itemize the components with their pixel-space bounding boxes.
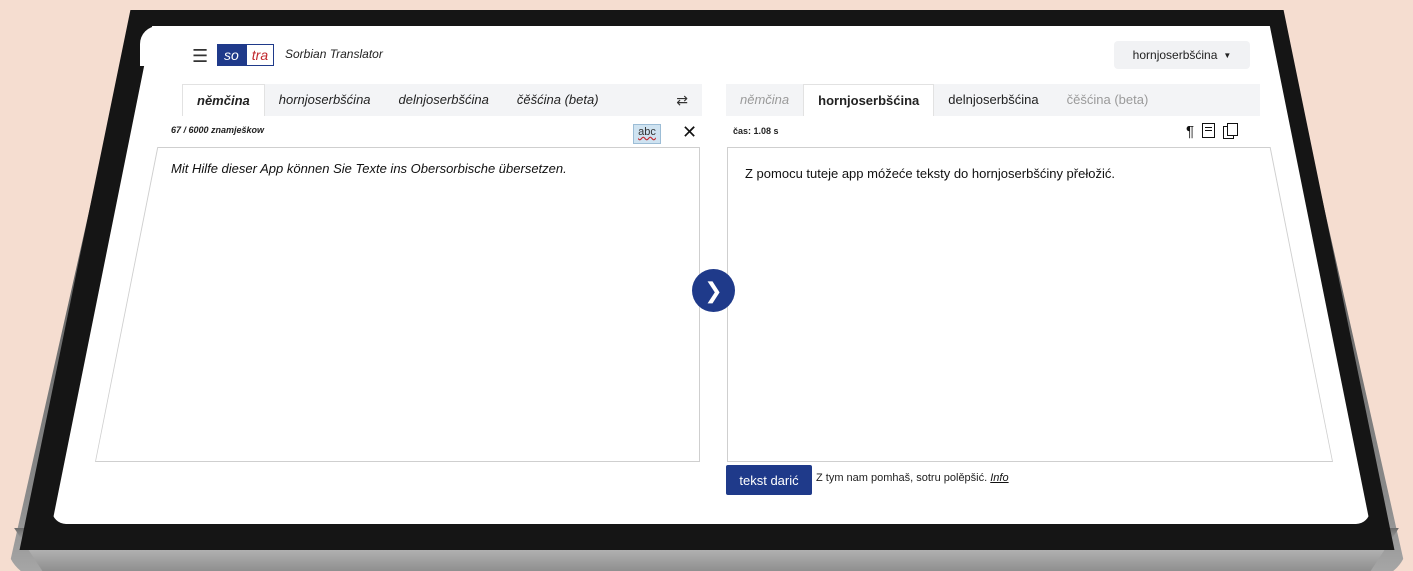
info-link[interactable]: Info — [990, 472, 1008, 484]
translate-button[interactable]: ❯ — [692, 269, 735, 312]
feedback-note: Z tym nam pomhaš, sotru polěpšić. Info — [816, 472, 1009, 484]
tab-source-hornjoserbscina[interactable]: hornjoserbšćina — [265, 84, 385, 116]
character-count: 67 / 6000 znamješkow — [171, 125, 265, 135]
ui-language-label: hornjoserbšćina — [1132, 48, 1218, 62]
tab-target-hornjoserbscina[interactable]: hornjoserbšćina — [803, 84, 935, 116]
logo[interactable]: so tra — [217, 44, 275, 66]
translated-text: Z pomocu tuteje app móžeće teksty do hor… — [745, 166, 1115, 181]
hamburger-menu-icon[interactable]: ☰ — [192, 47, 208, 65]
logo-tra: tra — [245, 44, 275, 66]
paragraph-icon[interactable]: ¶ — [1186, 123, 1194, 140]
target-language-tabs: němčina hornjoserbšćina delnjoserbšćina … — [726, 84, 1260, 116]
caret-down-icon: ▼ — [1223, 50, 1232, 60]
tab-target-nemcina[interactable]: němčina — [726, 84, 803, 116]
tab-target-delnjoserbscina[interactable]: delnjoserbšćina — [934, 84, 1052, 116]
donate-text-button[interactable]: tekst darić — [726, 465, 812, 495]
copy-icon[interactable] — [1223, 123, 1239, 139]
feedback-message: Z tym nam pomhaš, sotru polěpšić. — [816, 472, 988, 484]
swap-languages-icon[interactable]: ⇄ — [676, 92, 688, 109]
spellcheck-icon[interactable]: abc — [633, 124, 661, 144]
target-textarea[interactable] — [728, 148, 1332, 461]
tab-target-cescina[interactable]: čěšćina (beta) — [1053, 84, 1163, 116]
translation-time: čas: 1.08 s — [733, 126, 779, 136]
ui-language-select[interactable]: hornjoserbšćina ▼ — [1114, 41, 1250, 69]
document-icon[interactable] — [1202, 123, 1216, 138]
source-language-tabs: němčina hornjoserbšćina delnjoserbšćina … — [182, 84, 702, 116]
source-text: Mit Hilfe dieser App können Sie Texte in… — [171, 161, 567, 176]
tab-source-delnjoserbscina[interactable]: delnjoserbšćina — [385, 84, 503, 116]
logo-so: so — [217, 44, 246, 66]
source-textarea[interactable] — [96, 148, 699, 461]
chevron-right-icon: ❯ — [704, 277, 723, 303]
tab-source-nemcina[interactable]: němčina — [182, 84, 265, 116]
output-toolbar: ¶ — [1186, 123, 1239, 140]
tab-source-cescina[interactable]: čěšćina (beta) — [503, 84, 613, 116]
app-title: Sorbian Translator — [285, 47, 383, 61]
clear-text-icon[interactable]: ✕ — [682, 122, 697, 143]
